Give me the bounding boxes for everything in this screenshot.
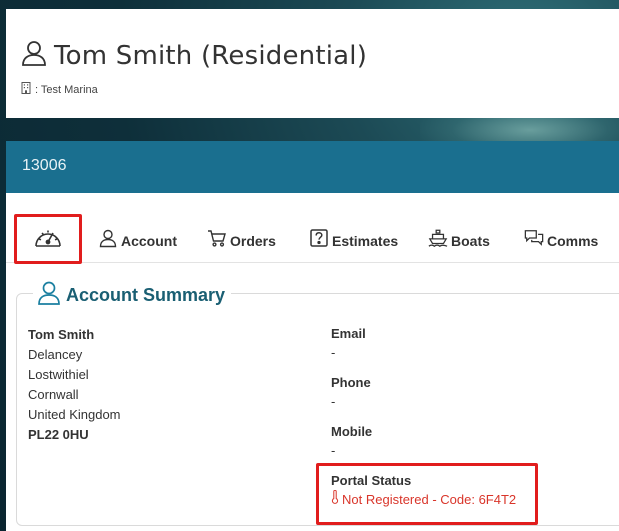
tab-account-label: Account [121, 232, 177, 249]
tab-comms-label: Comms [547, 232, 599, 249]
tab-boats-label: Boats [451, 232, 490, 249]
building-icon [20, 81, 32, 99]
address-line: Cornwall [28, 387, 79, 402]
tab-bar: Account Orders Estimates Boats Comms [6, 214, 619, 264]
user-icon [37, 280, 61, 311]
tab-orders-label: Orders [230, 232, 276, 249]
tab-boats[interactable]: Boats [428, 218, 490, 263]
portal-status-highlight [316, 463, 538, 525]
tab-orders[interactable]: Orders [207, 218, 276, 263]
phone-value: - [331, 394, 336, 409]
content-panel: Account Orders Estimates Boats Comms Acc… [6, 193, 619, 531]
phone-label: Phone [331, 375, 371, 390]
user-icon [20, 39, 48, 72]
mobile-label: Mobile [331, 424, 373, 439]
address-line: United Kingdom [28, 407, 121, 422]
question-box-icon [309, 228, 329, 253]
tab-account[interactable]: Account [98, 218, 177, 263]
address-postcode: PL22 0HU [28, 427, 89, 442]
tab-comms[interactable]: Comms [524, 218, 598, 263]
boat-icon [428, 228, 448, 253]
email-label: Email [331, 326, 366, 341]
user-icon [98, 228, 118, 253]
mobile-value: - [331, 443, 336, 458]
record-bar: 13006 [6, 141, 619, 193]
record-id: 13006 [22, 157, 67, 174]
address-line: Delancey [28, 347, 83, 362]
marina-row: : Test Marina [20, 81, 98, 99]
tab-estimates[interactable]: Estimates [309, 218, 398, 263]
cart-icon [207, 228, 227, 253]
account-summary-heading: Account Summary [33, 280, 232, 311]
tab-estimates-label: Estimates [332, 232, 399, 249]
customer-address: Tom Smith Delancey Lostwithiel Cornwall … [28, 325, 121, 445]
page-title: Tom Smith (Residential) [54, 40, 368, 71]
email-value: - [331, 345, 336, 360]
title-row: Tom Smith (Residential) [20, 39, 367, 72]
chat-icon [524, 228, 544, 253]
address-line: Lostwithiel [28, 367, 89, 382]
address-name: Tom Smith [28, 327, 95, 342]
marina-name: : Test Marina [35, 84, 98, 96]
customer-header: Tom Smith (Residential) : Test Marina [6, 9, 619, 118]
dashboard-highlight [14, 214, 82, 264]
account-summary-title: Account Summary [66, 285, 226, 305]
